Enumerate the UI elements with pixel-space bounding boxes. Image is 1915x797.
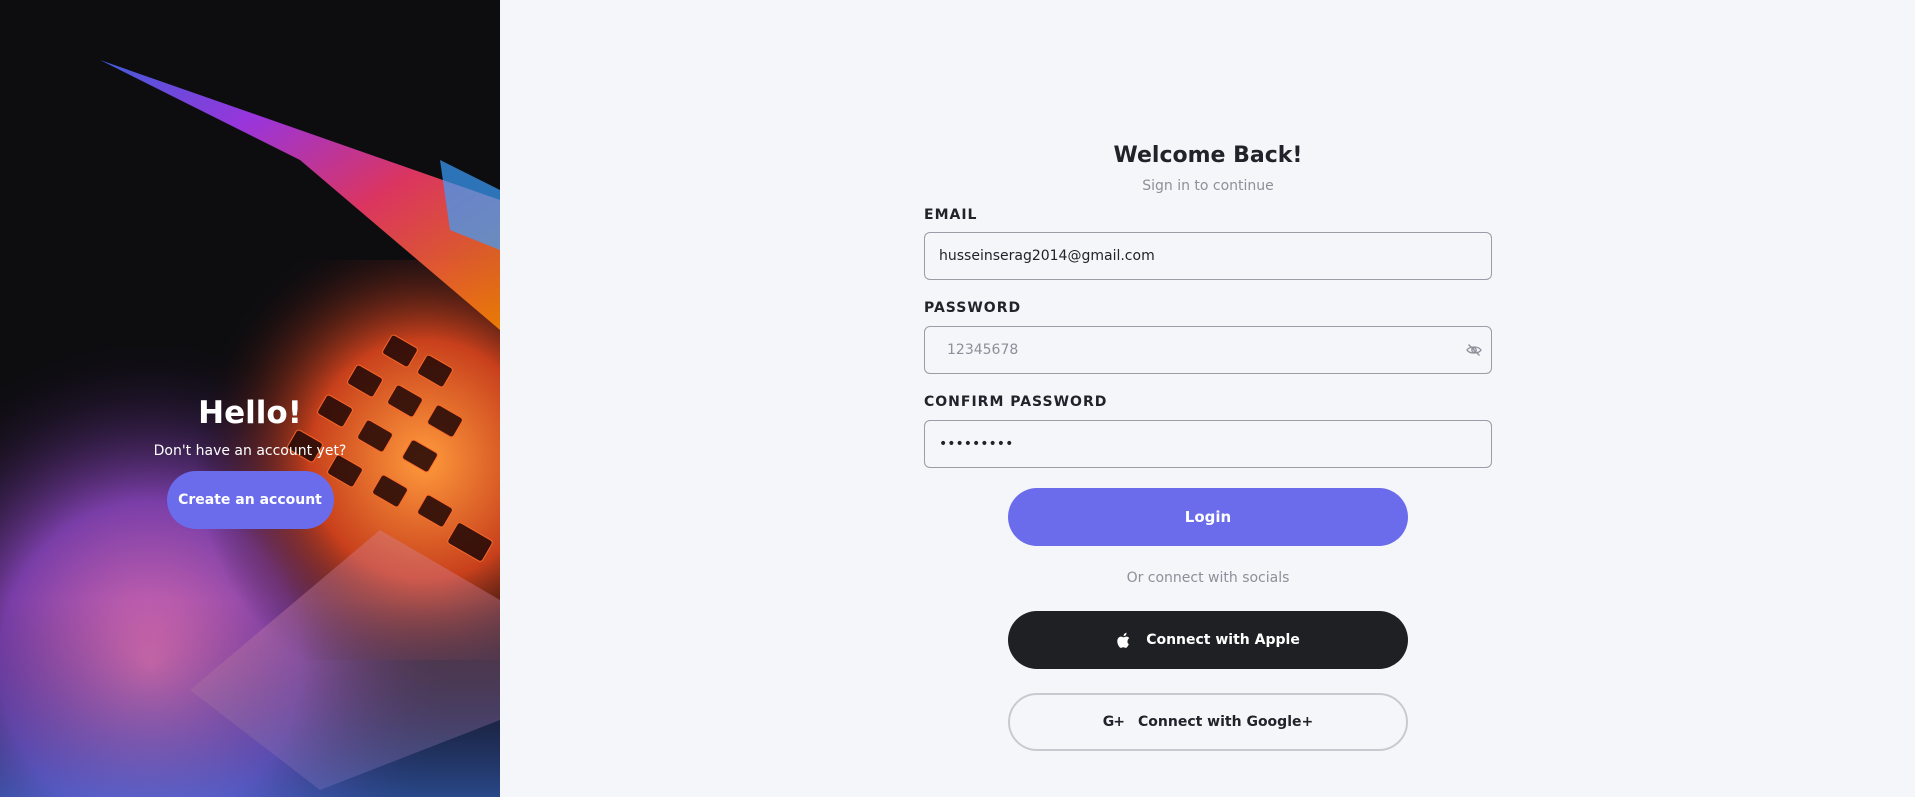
google-plus-icon: G+ [1102, 714, 1125, 730]
hero-content: Hello! Don't have an account yet? Create… [0, 393, 500, 529]
confirm-password-field[interactable] [924, 420, 1492, 468]
eye-off-icon[interactable] [1466, 342, 1482, 358]
form-subtitle: Sign in to continue [1142, 178, 1274, 194]
apple-icon [1117, 632, 1130, 648]
hero-subtitle: Don't have an account yet? [153, 443, 347, 459]
hero-title: Hello! [198, 395, 302, 431]
email-label: EMAIL [924, 207, 978, 223]
create-account-button[interactable]: Create an account [166, 471, 334, 529]
socials-label: Or connect with socials [1126, 570, 1290, 586]
apple-button-label: Connect with Apple [1146, 632, 1300, 648]
form-title: Welcome Back! [1113, 143, 1303, 168]
email-field[interactable] [924, 232, 1492, 280]
hero-panel: Hello! Don't have an account yet? Create… [0, 0, 500, 797]
password-label: PASSWORD [924, 300, 1022, 316]
login-button[interactable]: Login [1008, 488, 1408, 546]
password-field[interactable] [924, 326, 1492, 374]
google-button-label: Connect with Google+ [1138, 714, 1314, 730]
connect-apple-button[interactable]: Connect with Apple [1008, 611, 1408, 669]
connect-google-button[interactable]: G+ Connect with Google+ [1008, 693, 1408, 751]
confirm-password-label: CONFIRM PASSWORD [924, 394, 1108, 410]
